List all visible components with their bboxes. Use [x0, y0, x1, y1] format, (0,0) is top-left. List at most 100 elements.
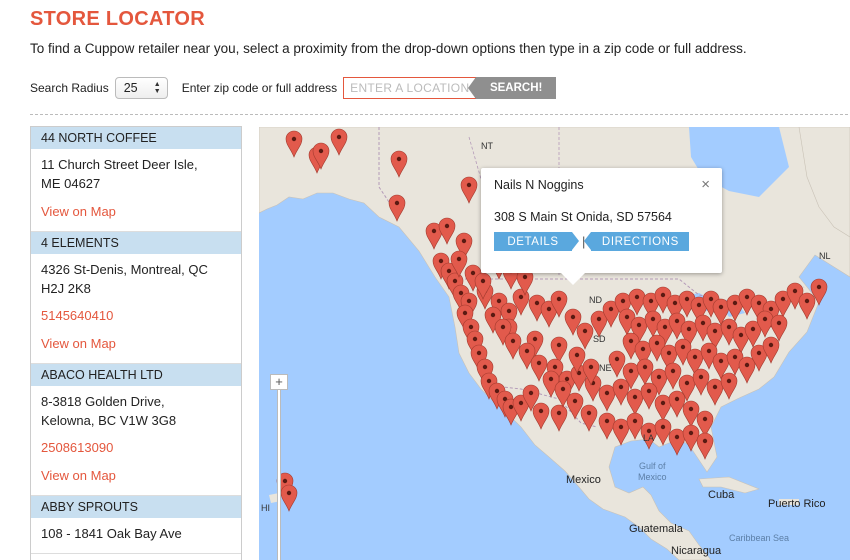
store-pin-dot: [446, 268, 452, 274]
store-phone-link[interactable]: 2508613090: [41, 438, 231, 457]
store-address-line2: Kelowna, BC V1W 3G8: [41, 413, 177, 428]
store-pin-dot: [552, 364, 558, 370]
store-pin-dot: [318, 148, 324, 154]
page-title: STORE LOCATOR: [30, 8, 206, 30]
store-pin-dot: [768, 306, 774, 312]
store-pin-dot: [394, 200, 400, 206]
store-pin-dot: [660, 424, 666, 430]
store-pin-dot: [674, 434, 680, 440]
search-controls: Search Radius 25 ▲ ▼ Enter zip code or fu…: [30, 76, 557, 100]
map-label-hi: HI: [261, 503, 270, 513]
store-pin-dot: [688, 406, 694, 412]
location-input[interactable]: ENTER A LOCATION: [343, 77, 477, 99]
store-pin-dot: [674, 396, 680, 402]
store-pin-dot: [744, 362, 750, 368]
store-pin-dot: [762, 316, 768, 322]
map-label-nd: ND: [589, 295, 602, 305]
store-pin-dot: [538, 408, 544, 414]
store-locator-page: STORE LOCATOR To find a Cuppow retailer …: [0, 0, 850, 560]
store-phone-link[interactable]: 5145640410: [41, 306, 231, 325]
store-pin-dot: [456, 256, 462, 262]
store-pin-dot: [692, 354, 698, 360]
store-pin-dot: [792, 288, 798, 294]
store-pin-dot: [336, 134, 342, 140]
store-pin-dot: [608, 306, 614, 312]
store-info-popup: Nails N Noggins × 308 S Main St Onida, S…: [481, 168, 722, 285]
store-pin-dot: [444, 223, 450, 229]
zoom-control[interactable]: +: [270, 374, 288, 560]
zoom-slider-track[interactable]: [277, 390, 281, 560]
store-pin-dot: [556, 410, 562, 416]
store-pin-dot: [620, 298, 626, 304]
store-pin-marker[interactable]: [668, 428, 686, 456]
store-pin-dot: [462, 310, 468, 316]
popup-store-name: Nails N Noggins: [494, 178, 584, 192]
store-address-line1: 8-3818 Golden Drive,: [41, 394, 165, 409]
store-pin-dot: [628, 338, 634, 344]
store-map[interactable]: NT NL ND SD NE LA HI Mexico Cuba Puerto …: [259, 127, 850, 560]
store-list[interactable]: 44 NORTH COFFEE 11 Church Street Deer Is…: [30, 126, 242, 560]
store-pin-dot: [816, 284, 822, 290]
store-pin-dot: [494, 388, 500, 394]
directions-button[interactable]: DIRECTIONS: [584, 232, 690, 251]
store-pin-dot: [466, 182, 472, 188]
store-pin-dot: [654, 340, 660, 346]
store-pin-dot: [708, 296, 714, 302]
view-on-map-link[interactable]: View on Map: [41, 466, 231, 485]
store-pin-dot: [596, 316, 602, 322]
store-pin-dot: [480, 278, 486, 284]
store-item: 11 Church Street Deer Isle, ME 04627 Vie…: [31, 149, 241, 232]
map-label-cuba: Cuba: [708, 489, 735, 501]
store-pin-dot: [548, 376, 554, 382]
store-pin-dot: [506, 308, 512, 314]
store-pin-dot: [291, 136, 297, 142]
store-pin-dot: [586, 410, 592, 416]
store-pin-dot: [570, 314, 576, 320]
store-pin-dot: [640, 346, 646, 352]
store-pin-dot: [431, 228, 437, 234]
zoom-in-button[interactable]: +: [270, 374, 288, 390]
map-label-sd: SD: [593, 334, 606, 344]
view-on-map-link[interactable]: View on Map: [41, 202, 231, 221]
store-pin-dot: [726, 378, 732, 384]
store-pin-dot: [656, 374, 662, 380]
store-pin-dot: [476, 350, 482, 356]
store-name: 4 ELEMENTS: [31, 232, 241, 254]
close-icon[interactable]: ×: [701, 176, 710, 193]
store-pin-dot: [732, 354, 738, 360]
store-pin-dot: [650, 316, 656, 322]
map-label-la: LA: [643, 433, 655, 443]
store-pin-dot: [632, 418, 638, 424]
store-pin-dot: [718, 304, 724, 310]
view-on-map-link[interactable]: View on Map: [41, 334, 231, 353]
store-pin-dot: [688, 430, 694, 436]
popup-store-address: 308 S Main St Onida, SD 57564: [494, 210, 672, 224]
store-pin-dot: [706, 348, 712, 354]
store-pin-dot: [732, 300, 738, 306]
store-pin-dot: [614, 356, 620, 362]
store-pin-dot: [672, 300, 678, 306]
store-pin-dot: [804, 298, 810, 304]
radius-label: Search Radius: [30, 81, 109, 95]
store-name: ABACO HEALTH LTD: [31, 364, 241, 386]
store-item: 108 - 1841 Oak Bay Ave: [31, 518, 241, 554]
store-pin-dot: [696, 302, 702, 308]
store-pin-dot: [670, 368, 676, 374]
details-button[interactable]: DETAILS: [494, 232, 579, 251]
radius-select[interactable]: 25 ▲ ▼: [114, 77, 168, 99]
store-pin-dot: [532, 336, 538, 342]
radius-value: 25: [123, 81, 138, 95]
map-label-caribbean: Caribbean Sea: [729, 533, 790, 543]
search-button[interactable]: SEARCH!: [468, 77, 557, 99]
store-pin-dot: [712, 384, 718, 390]
store-pin-dot: [470, 270, 476, 276]
store-pin-dot: [482, 364, 488, 370]
store-pin-dot: [438, 258, 444, 264]
store-pin-dot: [468, 324, 474, 330]
store-pin-dot: [510, 338, 516, 344]
popup-actions: DETAILS | DIRECTIONS: [494, 232, 690, 251]
map-label-nt: NT: [481, 141, 493, 151]
store-pin-dot: [490, 312, 496, 318]
store-pin-dot: [546, 306, 552, 312]
map-label-nl: NL: [819, 251, 831, 261]
